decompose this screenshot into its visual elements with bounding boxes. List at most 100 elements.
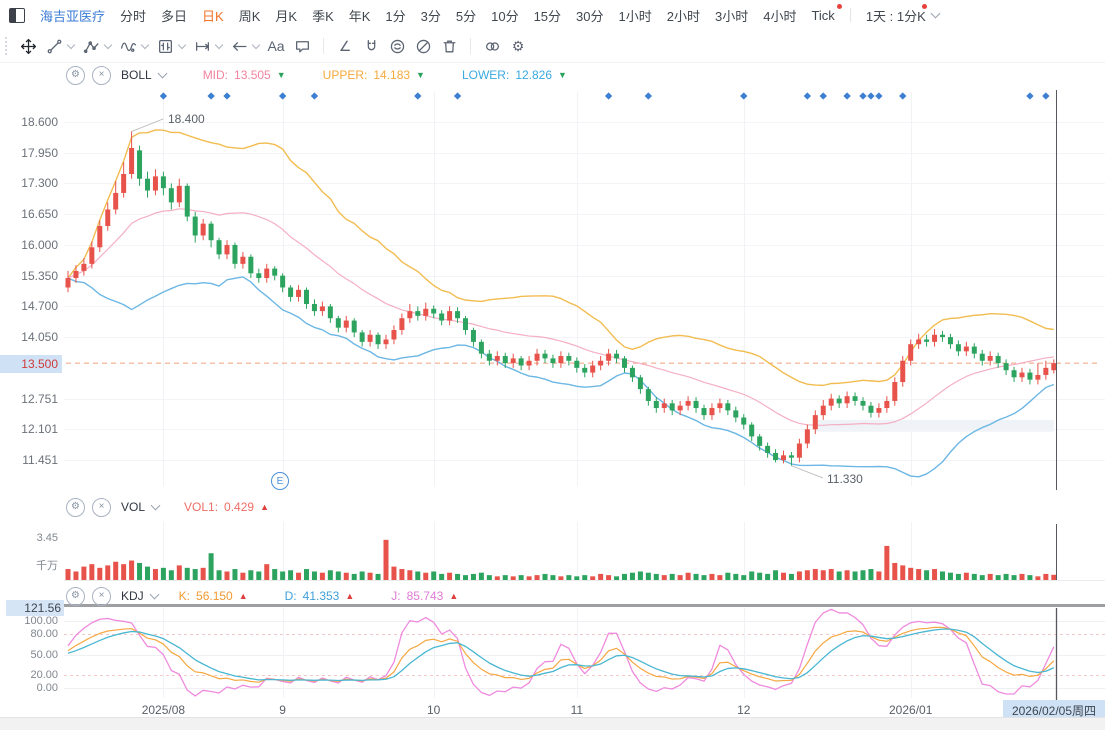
- triangle-up-icon: ▲: [449, 592, 458, 601]
- price-tick-label: 15.350: [0, 269, 58, 283]
- timeframe-5分[interactable]: 5分: [456, 6, 476, 25]
- trend-line-tool-icon[interactable]: [42, 34, 66, 58]
- volume-unit-label: 千万: [0, 557, 58, 573]
- kdj-tick-label: 100.00: [0, 615, 58, 627]
- boll-mid-value[interactable]: MID:13.505▼: [203, 68, 286, 82]
- sidebar-toggle-icon[interactable]: [9, 8, 25, 23]
- triangle-down-icon: ▼: [416, 71, 425, 80]
- settings-tool-icon[interactable]: ⚙: [506, 34, 530, 58]
- timeframe-nav: 分时多日日K 周K 月K 季K 年K 1分 3分 5分 10分 15分 30分 1小时 2小时 3小时 4小…: [120, 6, 835, 25]
- event-badge-icon[interactable]: E: [271, 472, 289, 490]
- chevron-down-icon[interactable]: [178, 41, 186, 49]
- timeframe-分时[interactable]: 分时: [120, 6, 146, 25]
- triangle-down-icon: ▼: [558, 71, 567, 80]
- toolbar-drag-handle[interactable]: [5, 37, 10, 55]
- kdj-j-value[interactable]: J:85.743▲: [391, 589, 458, 603]
- angle-tool-icon[interactable]: ∠: [333, 34, 357, 58]
- boll-settings-icon[interactable]: ⚙: [66, 66, 85, 85]
- volume-chart[interactable]: [0, 520, 1105, 582]
- date-tick-label: 9: [279, 703, 286, 717]
- price-tick-label: 11.451: [0, 453, 58, 467]
- timeframe-15分[interactable]: 15分: [534, 6, 561, 25]
- main-candlestick-chart[interactable]: [0, 88, 1105, 490]
- boll-lower-value[interactable]: LOWER:12.826▼: [462, 68, 567, 82]
- toolbar-divider: [323, 38, 324, 54]
- triangle-up-icon: ▲: [239, 592, 248, 601]
- chevron-down-icon[interactable]: [104, 41, 112, 49]
- timeframe-10分[interactable]: 10分: [491, 6, 518, 25]
- magnet-tool-icon[interactable]: [359, 34, 383, 58]
- boll-label[interactable]: BOLL: [121, 68, 152, 82]
- kdj-chart[interactable]: [0, 607, 1105, 700]
- current-price-label: 13.500: [0, 355, 62, 373]
- compare-tool-icon[interactable]: [480, 34, 504, 58]
- ban-tool-icon[interactable]: [411, 34, 435, 58]
- timeframe-日K[interactable]: 日K: [202, 6, 224, 25]
- shape-tool-icon[interactable]: [79, 34, 103, 58]
- vol-close-icon[interactable]: ×: [92, 498, 111, 517]
- chevron-down-icon[interactable]: [252, 41, 260, 49]
- measure-tool-icon[interactable]: [190, 34, 214, 58]
- timeframe-3分[interactable]: 3分: [421, 6, 441, 25]
- timeframe-月K[interactable]: 月K: [275, 6, 297, 25]
- chevron-down-icon[interactable]: [215, 41, 223, 49]
- timeframe-周K[interactable]: 周K: [239, 6, 261, 25]
- kdj-label[interactable]: KDJ: [121, 589, 144, 603]
- chevron-down-icon[interactable]: [141, 41, 149, 49]
- chevron-down-icon[interactable]: [157, 69, 167, 79]
- arrow-tool-icon[interactable]: [227, 34, 251, 58]
- high-price-annotation: 18.400: [168, 112, 205, 126]
- kdj-tick-label: 80.00: [0, 628, 58, 640]
- volume-axis-max: 3.45: [0, 532, 58, 544]
- sync-tool-icon[interactable]: [385, 34, 409, 58]
- stock-name[interactable]: 海吉亚医疗: [40, 6, 105, 25]
- low-price-annotation: 11.330: [827, 472, 863, 486]
- delete-tool-icon[interactable]: [437, 34, 461, 58]
- chevron-down-icon[interactable]: [67, 41, 75, 49]
- kdj-tick-label: 0.00: [0, 682, 58, 694]
- chevron-down-icon[interactable]: [149, 590, 159, 600]
- timeframe-2小时[interactable]: 2小时: [667, 6, 700, 25]
- price-tick-label: 17.300: [0, 176, 58, 190]
- move-tool-icon[interactable]: [16, 34, 40, 58]
- vol-indicator-header: ⚙ × VOL VOL1:0.429▲: [66, 497, 269, 517]
- text-tool-icon[interactable]: Aa: [264, 34, 288, 58]
- timeframe-4小时[interactable]: 4小时: [763, 6, 796, 25]
- kdj-k-value[interactable]: K:56.150▲: [179, 589, 248, 603]
- kdj-indicator-header: ⚙ × KDJ K:56.150▲ D:41.353▲ J:85.743▲: [66, 586, 458, 606]
- pattern-tool-icon[interactable]: [153, 34, 177, 58]
- triangle-up-icon: ▲: [260, 503, 269, 512]
- timeframe-季K[interactable]: 季K: [312, 6, 334, 25]
- date-tick-label: 11: [571, 703, 583, 717]
- kdj-tick-label: 20.00: [0, 669, 58, 681]
- price-tick-label: 14.700: [0, 299, 58, 313]
- notification-dot: [922, 4, 927, 9]
- price-tick-label: 17.950: [0, 146, 58, 160]
- kdj-close-icon[interactable]: ×: [92, 587, 111, 606]
- kdj-settings-icon[interactable]: ⚙: [66, 587, 85, 606]
- composite-timeframe-button[interactable]: 1天 : 1分K: [866, 6, 939, 25]
- comment-tool-icon[interactable]: [290, 34, 314, 58]
- boll-upper-value[interactable]: UPPER:14.183▼: [323, 68, 425, 82]
- date-tick-label: 2025/08: [142, 703, 185, 717]
- timeframe-多日[interactable]: 多日: [161, 6, 187, 25]
- vol-settings-icon[interactable]: ⚙: [66, 498, 85, 517]
- price-tick-label: 16.000: [0, 238, 58, 252]
- boll-indicator-header: ⚙ × BOLL MID:13.505▼ UPPER:14.183▼ LOWER…: [66, 65, 567, 85]
- timeframe-Tick[interactable]: Tick: [811, 8, 834, 23]
- vol-label[interactable]: VOL: [121, 500, 145, 514]
- price-tick-label: 18.600: [0, 115, 58, 129]
- chevron-down-icon: [930, 9, 940, 19]
- timeframe-1分[interactable]: 1分: [385, 6, 405, 25]
- timeframe-30分[interactable]: 30分: [576, 6, 603, 25]
- wave-tool-icon[interactable]: [116, 34, 140, 58]
- timeframe-1小时[interactable]: 1小时: [619, 6, 652, 25]
- nav-divider: [850, 8, 851, 22]
- kdj-d-value[interactable]: D:41.353▲: [285, 589, 355, 603]
- chevron-down-icon[interactable]: [151, 501, 161, 511]
- vol1-value[interactable]: VOL1:0.429▲: [184, 500, 269, 514]
- toolbar-divider: [470, 38, 471, 54]
- timeframe-3小时[interactable]: 3小时: [715, 6, 748, 25]
- boll-close-icon[interactable]: ×: [92, 66, 111, 85]
- timeframe-年K[interactable]: 年K: [349, 6, 371, 25]
